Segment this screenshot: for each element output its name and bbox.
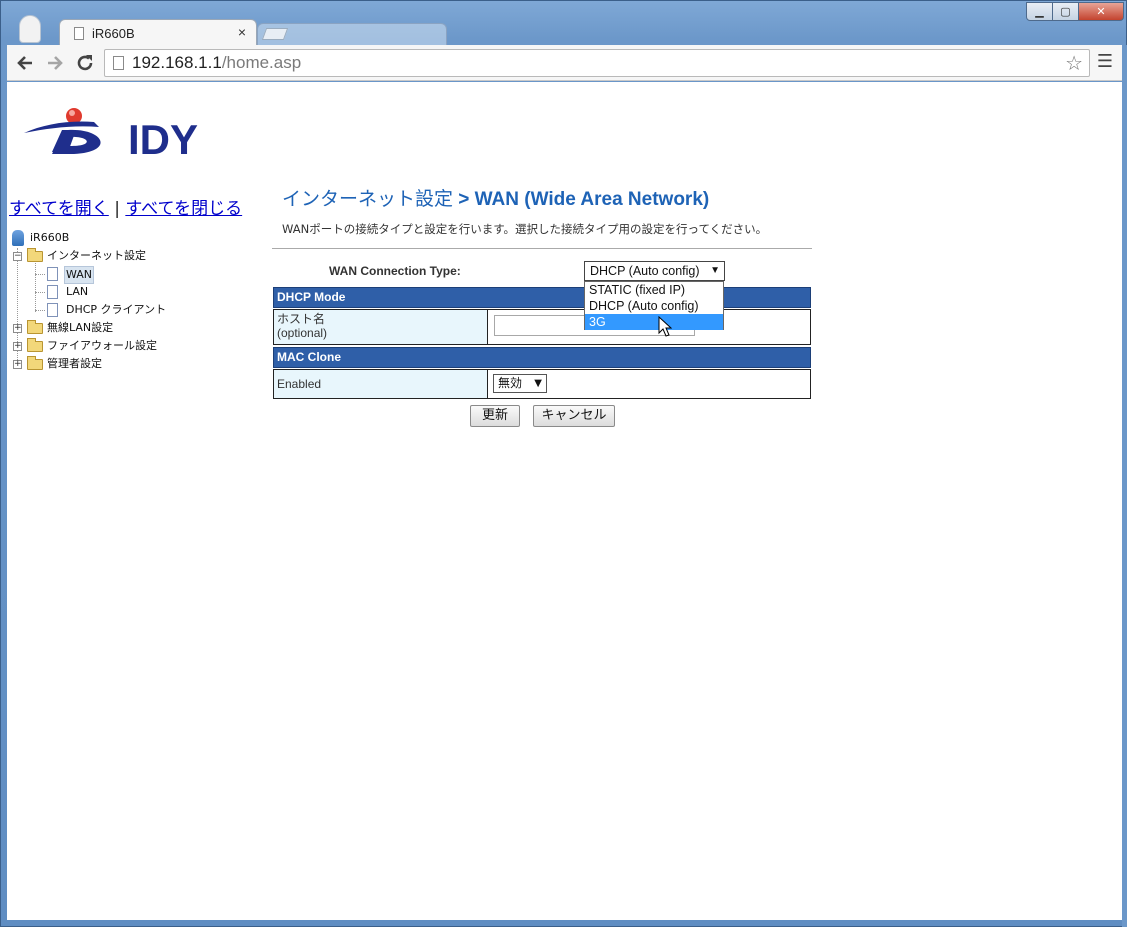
browser-toolbar: 192.168.1.1/home.asp ☆ ☰ bbox=[7, 45, 1122, 81]
tree-toggle-links: すべてを開く | すべてを閉じる bbox=[9, 194, 242, 219]
option-static[interactable]: STATIC (fixed IP) bbox=[585, 282, 723, 298]
maximize-button[interactable]: ▢ bbox=[1052, 2, 1079, 21]
connection-type-label: WAN Connection Type: bbox=[329, 264, 461, 278]
tree-label: WAN bbox=[64, 266, 95, 284]
close-window-button[interactable]: ✕ bbox=[1078, 2, 1124, 21]
reload-icon bbox=[77, 55, 93, 71]
idy-logo: IDY bbox=[24, 108, 198, 162]
enabled-label: Enabled bbox=[274, 370, 488, 398]
profile-avatar-icon[interactable] bbox=[19, 15, 41, 43]
new-tab-icon bbox=[261, 28, 289, 40]
folder-icon bbox=[27, 338, 43, 352]
window-controls: ▁ ▢ ✕ bbox=[1026, 2, 1124, 22]
connection-type-value: DHCP (Auto config) bbox=[590, 264, 700, 278]
connection-type-select[interactable]: DHCP (Auto config) ▼ bbox=[584, 261, 725, 281]
option-3g[interactable]: 3G bbox=[585, 314, 723, 330]
tree-label: LAN bbox=[66, 285, 89, 298]
collapse-all-link[interactable]: すべてを閉じる bbox=[125, 199, 242, 219]
page-icon bbox=[113, 56, 124, 70]
expand-icon[interactable]: + bbox=[13, 324, 22, 333]
link-separator: | bbox=[114, 199, 120, 219]
reload-button[interactable] bbox=[73, 51, 97, 75]
tab-strip: iR660B × ▁ ▢ ✕ bbox=[1, 1, 1127, 47]
tab-close-icon[interactable]: × bbox=[238, 24, 246, 40]
tree-label: 管理者設定 bbox=[47, 357, 102, 370]
document-icon bbox=[47, 267, 58, 281]
tree-label: ファイアウォール設定 bbox=[47, 339, 157, 352]
folder-icon bbox=[27, 356, 43, 370]
arrow-left-icon bbox=[17, 56, 32, 70]
tab-ir660b[interactable]: iR660B × bbox=[59, 19, 257, 47]
collapse-icon[interactable]: − bbox=[13, 252, 22, 261]
mouse-cursor-icon bbox=[658, 316, 672, 337]
mac-clone-header: MAC Clone bbox=[273, 347, 811, 368]
dhcp-mode-header: DHCP Mode bbox=[273, 287, 811, 308]
hostname-label: ホスト名 (optional) bbox=[274, 310, 488, 344]
tree-guide bbox=[35, 274, 45, 275]
arrow-right-icon bbox=[48, 56, 63, 70]
router-icon bbox=[12, 230, 24, 246]
enabled-row: Enabled 無効 ▼ bbox=[273, 369, 811, 399]
url-text: 192.168.1.1/home.asp bbox=[132, 53, 301, 73]
window-border bbox=[1122, 45, 1127, 927]
cancel-button[interactable]: キャンセル bbox=[533, 405, 615, 427]
document-icon bbox=[47, 303, 58, 317]
expand-icon[interactable]: + bbox=[13, 342, 22, 351]
mac-clone-select[interactable]: 無効 ▼ bbox=[493, 374, 547, 393]
title-crumb: インターネット設定 bbox=[282, 189, 454, 210]
folder-icon bbox=[27, 320, 43, 334]
tree-label: 無線LAN設定 bbox=[47, 321, 114, 334]
tree-label: DHCP クライアント bbox=[66, 303, 167, 316]
document-icon bbox=[47, 285, 58, 299]
minimize-button[interactable]: ▁ bbox=[1026, 2, 1053, 21]
page-viewport: IDY すべてを開く | すべてを閉じる iR660B − インターネット設定 bbox=[7, 82, 1122, 920]
new-tab-button[interactable] bbox=[257, 23, 447, 45]
title-main: WAN (Wide Area Network) bbox=[474, 189, 710, 210]
mac-clone-value: 無効 bbox=[498, 376, 523, 390]
forward-button[interactable] bbox=[43, 51, 67, 75]
address-bar[interactable]: 192.168.1.1/home.asp ☆ bbox=[104, 49, 1090, 77]
option-dhcp[interactable]: DHCP (Auto config) bbox=[585, 298, 723, 314]
divider bbox=[272, 248, 812, 249]
title-separator: > bbox=[453, 189, 475, 210]
browser-window: iR660B × ▁ ▢ ✕ 192.168.1.1/home.asp ☆ ☰ bbox=[0, 0, 1127, 927]
update-button[interactable]: 更新 bbox=[470, 405, 520, 427]
dropdown-arrow-icon: ▼ bbox=[534, 378, 542, 389]
url-host: 192.168.1.1 bbox=[132, 53, 222, 72]
page-title: インターネット設定 > WAN (Wide Area Network) bbox=[282, 184, 709, 211]
hostname-label-text: ホスト名 bbox=[277, 312, 326, 326]
tree-guide bbox=[35, 292, 45, 293]
dropdown-arrow-icon: ▼ bbox=[710, 265, 720, 276]
folder-open-icon bbox=[27, 248, 43, 262]
tab-title: iR660B bbox=[92, 26, 135, 41]
page-icon bbox=[74, 27, 84, 40]
tree-guide bbox=[35, 260, 36, 312]
expand-all-link[interactable]: すべてを開く bbox=[9, 199, 109, 219]
logo-text: IDY bbox=[128, 116, 198, 162]
hostname-row: ホスト名 (optional) bbox=[273, 309, 811, 345]
tree-guide bbox=[35, 310, 45, 311]
connection-type-options: STATIC (fixed IP) DHCP (Auto config) 3G bbox=[584, 281, 724, 330]
tree-label: iR660B bbox=[30, 231, 70, 244]
expand-icon[interactable]: + bbox=[13, 360, 22, 369]
url-path: /home.asp bbox=[221, 53, 302, 72]
menu-icon[interactable]: ☰ bbox=[1095, 52, 1115, 72]
tree-label: インターネット設定 bbox=[47, 249, 146, 262]
hostname-optional-text: (optional) bbox=[277, 326, 328, 340]
star-icon[interactable]: ☆ bbox=[1065, 51, 1083, 75]
page-description: WANポートの接続タイプと設定を行います。選択した接続タイプ用の設定を行ってくだ… bbox=[282, 222, 768, 236]
back-button[interactable] bbox=[13, 51, 37, 75]
